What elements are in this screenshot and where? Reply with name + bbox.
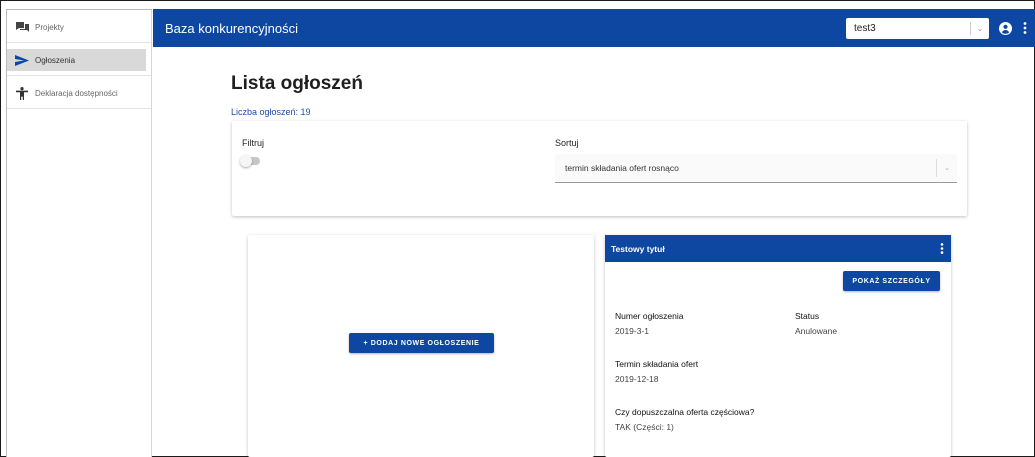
page-title: Lista ogłoszeń: [231, 73, 363, 94]
sidebar-item-ogloszenia[interactable]: Ogłoszenia: [7, 49, 146, 71]
number-label: Numer ogłoszenia: [615, 311, 684, 321]
sidebar-item-projekty[interactable]: Projekty: [7, 16, 151, 38]
sidebar: Projekty Ogłoszenia Deklaracja dostępnoś…: [6, 9, 152, 457]
sort-select[interactable]: termin składania ofert rosnąco ⌄: [555, 154, 957, 183]
account-circle-icon[interactable]: [995, 21, 1015, 35]
sidebar-divider: [7, 108, 151, 109]
more-vert-icon[interactable]: [1015, 22, 1035, 34]
filter-toggle[interactable]: [240, 155, 260, 167]
sidebar-item-label: Projekty: [35, 22, 64, 32]
sidebar-divider: [7, 75, 151, 76]
sidebar-item-label: Ogłoszenia: [35, 55, 76, 65]
sidebar-item-deklaracja-dostepnosci[interactable]: Deklaracja dostępności: [7, 82, 151, 104]
user-select[interactable]: test3 ⌄: [846, 17, 989, 39]
deadline-value: 2019-12-18: [615, 374, 659, 384]
send-icon: [15, 54, 29, 66]
forum-icon: [15, 21, 29, 33]
partial-offer-value: TAK (Części: 1): [615, 422, 674, 432]
chevron-down-icon: ⌄: [944, 165, 950, 172]
app-title: Baza konkurencyjności: [165, 20, 298, 36]
add-announcement-card: + DODAJ NOWE OGŁOSZENIE: [248, 235, 594, 457]
sidebar-divider: [7, 42, 151, 43]
announcement-title: Testowy tytuł: [611, 243, 665, 254]
chevron-down-icon: ⌄: [976, 23, 984, 33]
filter-sort-card: Filtruj Sortuj termin składania ofert ro…: [232, 121, 967, 216]
number-value: 2019-3-1: [615, 326, 650, 336]
sort-select-value: termin składania ofert rosnąco: [565, 163, 679, 173]
announcement-card-header: Testowy tytuł: [605, 235, 951, 262]
sidebar-item-label: Deklaracja dostępności: [35, 88, 118, 98]
announcement-count: Liczba ogłoszeń: 19: [231, 107, 311, 117]
more-vert-icon[interactable]: [933, 243, 951, 254]
show-details-button[interactable]: POKAŻ SZCZEGÓŁY: [843, 271, 940, 291]
app-header: Baza konkurencyjności test3 ⌄: [153, 9, 1035, 47]
filter-label: Filtruj: [242, 138, 264, 148]
toggle-knob: [240, 155, 252, 167]
status-label: Status: [795, 311, 820, 321]
announcement-card: Testowy tytuł POKAŻ SZCZEGÓŁY Numer ogło…: [605, 235, 951, 457]
add-announcement-button[interactable]: + DODAJ NOWE OGŁOSZENIE: [349, 333, 494, 353]
sort-label: Sortuj: [555, 138, 579, 148]
status-value: Anulowane: [795, 326, 838, 336]
user-select-value: test3: [854, 22, 876, 34]
accessibility-icon: [15, 86, 29, 100]
deadline-label: Termin składania ofert: [615, 359, 699, 369]
partial-offer-label: Czy dopuszczalna oferta częściowa?: [615, 407, 755, 417]
